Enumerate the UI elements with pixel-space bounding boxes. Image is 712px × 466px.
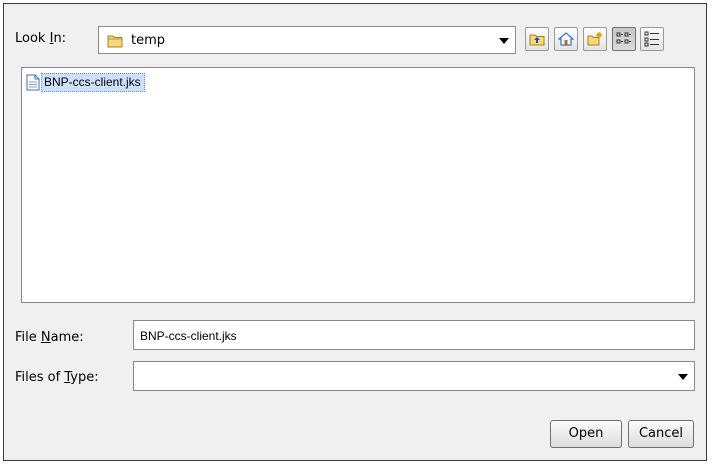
list-view-icon (616, 32, 631, 44)
look-in-value: temp (131, 33, 166, 48)
details-view-button[interactable] (640, 27, 664, 51)
cancel-button[interactable]: Cancel (628, 420, 694, 448)
details-view-icon (644, 31, 659, 47)
look-in-combo[interactable]: temp (98, 26, 516, 54)
file-icon (26, 74, 40, 90)
new-folder-button[interactable] (583, 27, 607, 51)
file-item-name: BNP-ccs-client.jks (41, 72, 145, 92)
chevron-down-icon[interactable] (678, 374, 688, 380)
file-name-value: BNP-ccs-client.jks (140, 329, 237, 343)
folder-icon (107, 35, 123, 48)
home-button[interactable] (554, 27, 578, 51)
new-folder-icon (587, 32, 602, 46)
file-item[interactable]: BNP-ccs-client.jks (26, 72, 145, 92)
up-one-level-icon (529, 34, 545, 46)
chevron-down-icon[interactable] (499, 38, 509, 44)
open-button[interactable]: Open (550, 420, 622, 448)
up-one-level-button[interactable] (525, 27, 549, 51)
file-type-label: Files of Type: (15, 370, 99, 385)
list-view-button[interactable] (612, 27, 636, 51)
look-in-label: Look In: (15, 31, 67, 46)
file-chooser-dialog: Look In: temp BNP-ccs-client.jks File Na… (3, 3, 707, 461)
file-name-label: File Name: (15, 330, 84, 345)
home-icon (558, 32, 574, 46)
file-name-input[interactable]: BNP-ccs-client.jks (133, 320, 695, 350)
file-list[interactable]: BNP-ccs-client.jks (21, 67, 695, 303)
file-type-combo[interactable] (133, 361, 695, 391)
